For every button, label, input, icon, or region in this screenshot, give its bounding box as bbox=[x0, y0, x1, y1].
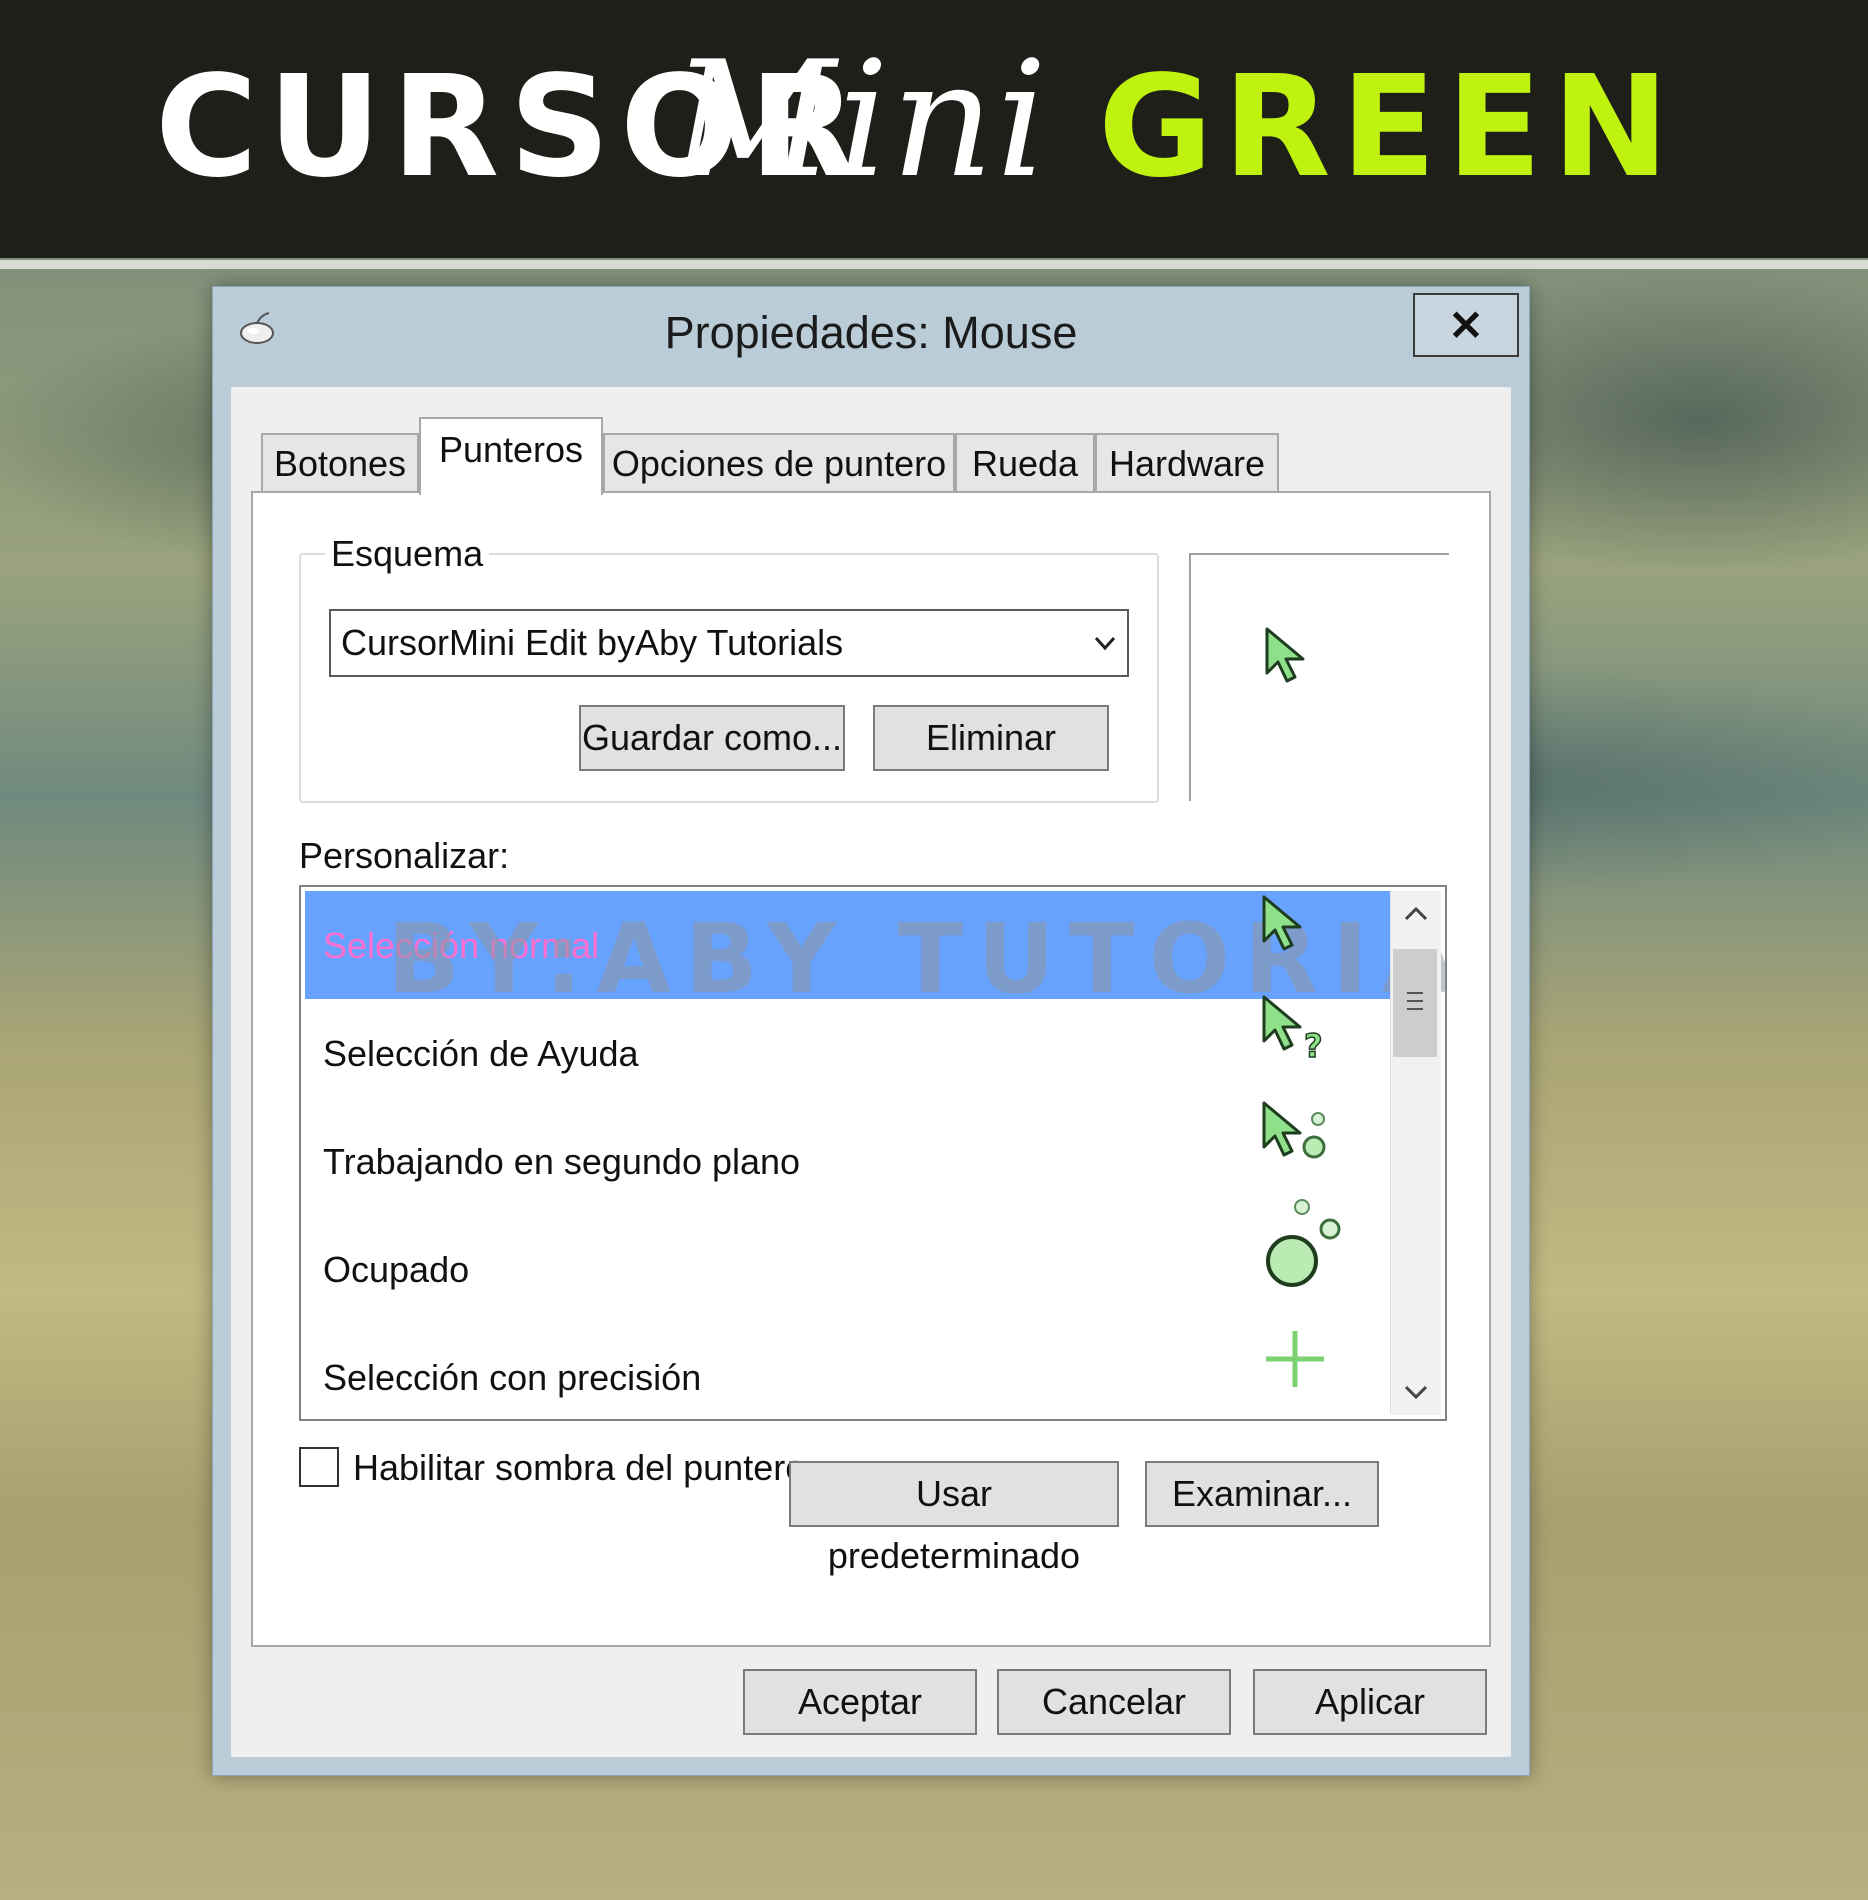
scheme-group-label: Esquema bbox=[325, 533, 490, 575]
svg-text:?: ? bbox=[1304, 1027, 1323, 1065]
close-icon: ✕ bbox=[1448, 302, 1484, 349]
cancel-button[interactable]: Cancelar bbox=[997, 1669, 1231, 1735]
tab-botones[interactable]: Botones bbox=[261, 433, 419, 493]
cursor-preview bbox=[1189, 553, 1449, 801]
list-item-label: Ocupado bbox=[323, 1249, 470, 1290]
apply-button[interactable]: Aplicar bbox=[1253, 1669, 1487, 1735]
banner-divider bbox=[0, 260, 1868, 269]
list-item[interactable]: Ocupado bbox=[305, 1199, 1393, 1323]
list-item-label: Selección de Ayuda bbox=[323, 1033, 639, 1074]
scrollbar-thumb[interactable] bbox=[1393, 949, 1437, 1057]
list-item[interactable]: Trabajando en segundo plano bbox=[305, 1101, 1393, 1215]
tab-opciones-de-puntero[interactable]: Opciones de puntero bbox=[603, 433, 955, 493]
scheme-dropdown[interactable]: CursorMini Edit byAby Tutorials bbox=[329, 609, 1129, 677]
use-default-button[interactable]: Usar predeterminado bbox=[789, 1461, 1119, 1576]
tab-rueda[interactable]: Rueda bbox=[955, 433, 1095, 493]
dialog-title: Propiedades: Mouse bbox=[664, 307, 1078, 358]
cursor-list[interactable]: Selección normal BY:ABY TUTORIALS Selecc… bbox=[299, 885, 1447, 1421]
banner-word-mini: Mini bbox=[672, 26, 1050, 213]
list-item-label: Selección con precisión bbox=[323, 1357, 702, 1398]
green-arrow-cursor-icon bbox=[1262, 895, 1302, 951]
scheme-selected-value: CursorMini Edit byAby Tutorials bbox=[341, 622, 844, 663]
close-button[interactable]: ✕ bbox=[1413, 293, 1519, 357]
browse-button[interactable]: Examinar... bbox=[1145, 1461, 1379, 1527]
green-help-cursor-icon: ? bbox=[1262, 995, 1323, 1065]
tab-hardware[interactable]: Hardware bbox=[1095, 433, 1279, 493]
chevron-down-icon bbox=[1094, 636, 1116, 651]
green-arrow-cursor-icon bbox=[1265, 627, 1305, 683]
list-item[interactable]: Selección de Ayuda ? bbox=[305, 995, 1393, 1107]
list-scrollbar[interactable] bbox=[1390, 891, 1441, 1415]
mouse-properties-dialog: Propiedades: Mouse ✕ Botones Punteros Op… bbox=[212, 286, 1530, 1776]
pointer-shadow-label: Habilitar sombra del puntero bbox=[353, 1447, 806, 1488]
save-as-button[interactable]: Guardar como... bbox=[579, 705, 845, 771]
tab-punteros[interactable]: Punteros bbox=[419, 417, 603, 495]
list-item-label: Trabajando en segundo plano bbox=[323, 1141, 801, 1182]
green-working-cursor-icon bbox=[1262, 1101, 1326, 1159]
grip-icon bbox=[1407, 992, 1423, 1010]
green-busy-cursor-icon bbox=[1266, 1199, 1341, 1287]
delete-button[interactable]: Eliminar bbox=[873, 705, 1109, 771]
pointers-tab-panel: Esquema CursorMini Edit byAby Tutorials … bbox=[251, 491, 1491, 1647]
chevron-down-icon[interactable] bbox=[1391, 1369, 1441, 1415]
banner-word-green: GREEN bbox=[1098, 46, 1680, 209]
chevron-up-icon[interactable] bbox=[1391, 891, 1441, 937]
pointer-shadow-checkbox[interactable] bbox=[299, 1447, 339, 1487]
dialog-client-area: Botones Punteros Opciones de puntero Rue… bbox=[231, 387, 1511, 1757]
list-item[interactable]: Selección con precisión bbox=[305, 1323, 1393, 1419]
ok-button[interactable]: Aceptar bbox=[743, 1669, 977, 1735]
green-crosshair-cursor-icon bbox=[1266, 1331, 1324, 1387]
list-item[interactable]: Selección normal BY:ABY TUTORIALS bbox=[305, 891, 1445, 1015]
title-banner: CURSOR Mini GREEN bbox=[0, 0, 1868, 258]
customize-label: Personalizar: bbox=[299, 835, 510, 876]
